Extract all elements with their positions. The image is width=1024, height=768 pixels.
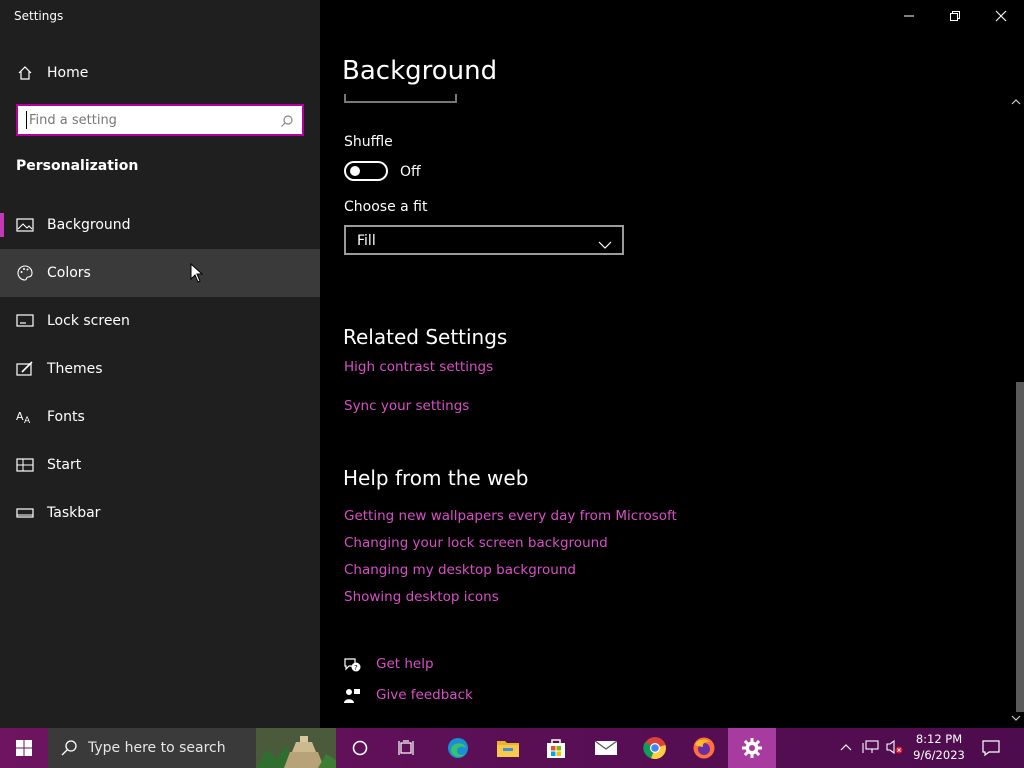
edge-browser-icon [448, 738, 468, 758]
sidebar-item-label: Home [47, 65, 89, 81]
network-icon[interactable] [862, 739, 880, 755]
cortana-circle-icon [352, 740, 368, 756]
palette-icon [16, 264, 34, 282]
search-input[interactable] [26, 111, 276, 129]
give-feedback-link[interactable]: Give feedback [376, 687, 473, 703]
dropdown-value: Fill [357, 233, 376, 249]
get-help-link[interactable]: Get help [376, 656, 434, 672]
themes-icon [16, 360, 34, 378]
feedback-icon [343, 687, 361, 705]
mail-envelope-icon [594, 740, 618, 755]
sidebar-item-colors[interactable]: Colors [0, 249, 320, 297]
taskbar-clock[interactable]: 8:12 PM 9/6/2023 [912, 731, 966, 763]
start-button[interactable] [0, 728, 48, 768]
search-box[interactable] [16, 104, 304, 136]
lock-screen-icon [16, 312, 34, 330]
mail-button[interactable] [582, 728, 630, 768]
sidebar-item-background[interactable]: Background [0, 201, 320, 249]
file-explorer-button[interactable] [484, 728, 532, 768]
windows-logo-icon [16, 740, 32, 756]
section-title: Personalization [16, 158, 139, 174]
high-contrast-link[interactable]: High contrast settings [344, 359, 493, 375]
clock-time: 8:12 PM [915, 732, 963, 746]
svg-text:?: ? [354, 664, 358, 672]
search-icon [61, 740, 77, 756]
shuffle-toggle[interactable] [344, 161, 388, 181]
volume-muted-icon[interactable] [886, 739, 904, 755]
notifications-button[interactable] [968, 728, 1014, 768]
image-preview-edge [344, 94, 457, 103]
sidebar-item-start[interactable]: Start [0, 441, 320, 489]
choose-fit-dropdown[interactable]: Fill [344, 225, 624, 255]
svg-text:A: A [16, 410, 24, 423]
start-icon [16, 456, 34, 474]
sidebar: Settings Home Personalization Background… [0, 0, 320, 728]
fonts-icon: AA [16, 408, 34, 426]
sidebar-item-label: Themes [47, 361, 103, 377]
firefox-button[interactable] [680, 728, 728, 768]
restore-icon [950, 11, 960, 21]
chevron-down-icon [598, 235, 612, 254]
taskbar: Type here to search 8:12 PM 9/6/2023 [0, 728, 1024, 768]
home-icon [16, 64, 34, 82]
scrollbar-thumb[interactable] [1016, 382, 1024, 712]
firefox-browser-icon [693, 737, 715, 759]
edge-taskbar-button[interactable] [434, 728, 482, 768]
folder-icon [497, 741, 519, 757]
action-center-icon [982, 740, 1000, 757]
chat-help-icon: ? [343, 656, 361, 674]
sidebar-item-label: Taskbar [47, 505, 101, 521]
chrome-button[interactable] [631, 728, 679, 768]
sidebar-item-themes[interactable]: Themes [0, 345, 320, 393]
sidebar-item-taskbar[interactable]: Taskbar [0, 489, 320, 537]
help-link-desktop-icons[interactable]: Showing desktop icons [344, 589, 499, 605]
toggle-knob [350, 166, 360, 176]
taskbar-search-placeholder: Type here to search [88, 740, 226, 756]
page-title: Background [342, 56, 498, 86]
task-view-icon [398, 740, 414, 755]
minimize-icon [904, 15, 914, 17]
chevron-up-icon[interactable] [838, 739, 854, 755]
taskbar-icon [16, 504, 34, 522]
settings-taskbar-button[interactable] [728, 728, 776, 768]
choose-fit-label: Choose a fit [344, 199, 428, 215]
clock-date: 9/6/2023 [913, 748, 965, 762]
sidebar-item-label: Start [47, 457, 82, 473]
close-button[interactable] [978, 0, 1024, 32]
sidebar-item-label: Background [47, 217, 131, 233]
cortana-button[interactable] [336, 728, 384, 768]
store-button[interactable] [532, 728, 580, 768]
help-heading: Help from the web [343, 466, 529, 490]
search-icon[interactable] [280, 113, 294, 127]
app-title: Settings [14, 9, 64, 23]
sidebar-item-home[interactable]: Home [0, 49, 320, 97]
sidebar-item-fonts[interactable]: AA Fonts [0, 393, 320, 441]
help-link-wallpapers[interactable]: Getting new wallpapers every day from Mi… [344, 508, 677, 524]
sidebar-item-label: Fonts [47, 409, 85, 425]
sync-settings-link[interactable]: Sync your settings [344, 398, 469, 414]
scroll-up-icon[interactable] [1010, 98, 1022, 106]
related-settings-heading: Related Settings [343, 325, 508, 349]
close-icon [995, 10, 1007, 22]
store-bag-icon [547, 739, 565, 758]
help-link-desktop-background[interactable]: Changing my desktop background [344, 562, 576, 578]
scroll-down-icon[interactable] [1010, 714, 1022, 722]
mouse-cursor-icon [190, 263, 204, 283]
gear-icon [742, 738, 762, 758]
search-highlight-illustration-icon [256, 728, 336, 768]
svg-text:A: A [24, 416, 31, 425]
selection-indicator [0, 213, 4, 237]
shuffle-state: Off [400, 164, 421, 180]
shuffle-label: Shuffle [344, 134, 393, 150]
chrome-browser-icon [643, 737, 666, 760]
task-view-button[interactable] [384, 728, 432, 768]
sidebar-item-label: Colors [47, 265, 91, 281]
taskbar-search-box[interactable]: Type here to search [48, 728, 336, 768]
restore-button[interactable] [932, 0, 978, 32]
sidebar-item-lock-screen[interactable]: Lock screen [0, 297, 320, 345]
help-link-lock-screen[interactable]: Changing your lock screen background [344, 535, 608, 551]
sidebar-item-label: Lock screen [47, 313, 130, 329]
minimize-button[interactable] [886, 0, 932, 32]
picture-icon [16, 216, 34, 234]
